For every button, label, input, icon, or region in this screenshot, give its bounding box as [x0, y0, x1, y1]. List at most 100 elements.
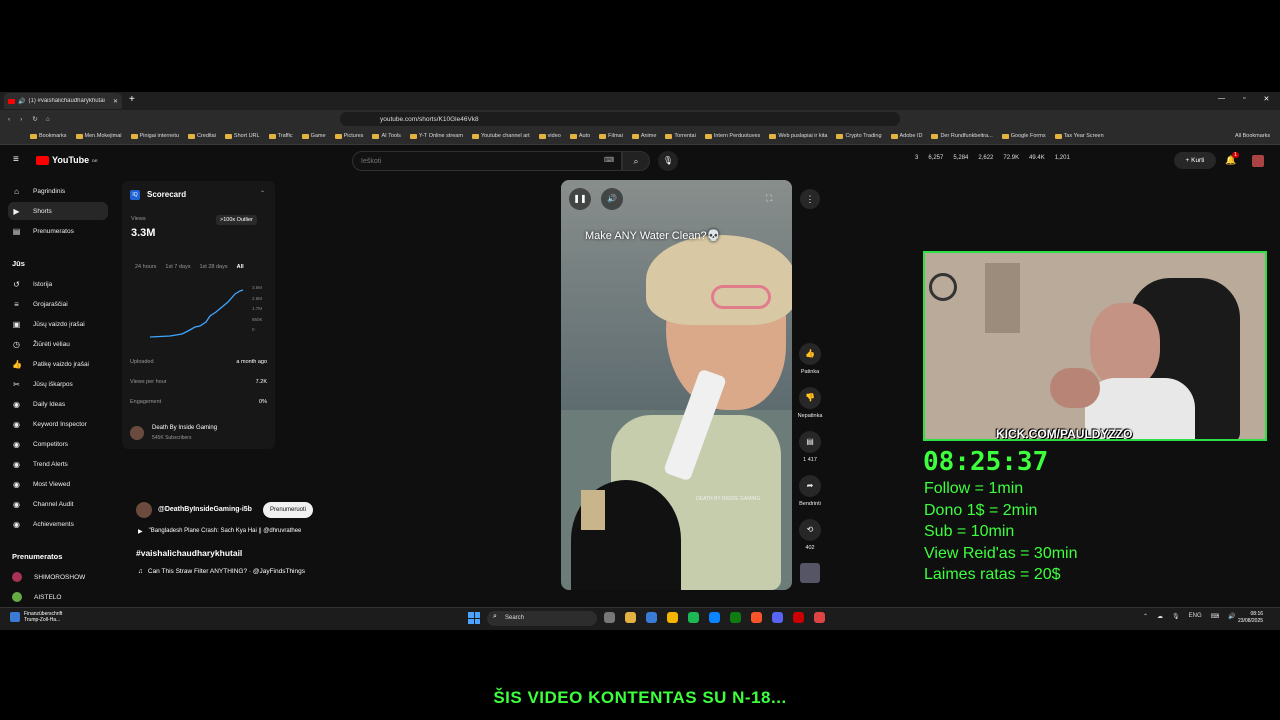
- bookmark-item[interactable]: Anime: [631, 133, 656, 139]
- you-section-title[interactable]: Jūs: [12, 259, 25, 268]
- bookmark-item[interactable]: Youtube channel art: [471, 133, 530, 139]
- sidebar-item[interactable]: ◉ Daily Ideas: [8, 395, 108, 413]
- sidebar-item[interactable]: ◉ Achievements: [8, 515, 108, 533]
- sidebar-item[interactable]: ◷ Žiūrėti vėliau: [8, 335, 108, 353]
- short-channel-handle[interactable]: @DeathByInsideGaming-i5b: [158, 506, 252, 513]
- close-window-icon[interactable]: ✕: [1263, 95, 1269, 103]
- bookmark-item[interactable]: Der Rundfunkbeitra...: [931, 133, 993, 139]
- volume-button[interactable]: 🔊: [601, 188, 623, 210]
- forward-icon[interactable]: ›: [20, 116, 22, 123]
- new-tab-button[interactable]: +: [129, 94, 135, 105]
- comments-action[interactable]: ▤ 1 417: [796, 431, 824, 463]
- bookmark-item[interactable]: Short URL: [224, 133, 260, 139]
- short-channel-avatar[interactable]: [136, 502, 152, 518]
- scorecard-channel[interactable]: Death By Inside Gaming: [152, 425, 217, 431]
- sidebar-item[interactable]: 👍 Patikę vaizdo įrašai: [8, 355, 108, 373]
- range-tab[interactable]: All: [237, 264, 244, 270]
- fullscreen-icon[interactable]: ⛶: [766, 193, 772, 204]
- reload-icon[interactable]: ↻: [32, 115, 37, 123]
- subscription-item[interactable]: AISTELO: [8, 588, 108, 606]
- collapse-icon[interactable]: ⌃: [260, 190, 265, 197]
- bookmark-item[interactable]: Google Forms: [1001, 133, 1046, 139]
- youtube-logo[interactable]: YouTube DE: [36, 155, 98, 165]
- discord-icon[interactable]: [772, 612, 783, 623]
- sidebar-item[interactable]: ◉ Channel Audit: [8, 495, 108, 513]
- back-icon[interactable]: ‹: [8, 116, 10, 123]
- sidebar-item[interactable]: ◉ Most Viewed: [8, 475, 108, 493]
- bookmark-item[interactable]: Creditai: [187, 133, 216, 139]
- bookmark-item[interactable]: Y-T Online stream: [409, 133, 463, 139]
- spotify-icon[interactable]: [688, 612, 699, 623]
- sidebar-item[interactable]: ◉ Trend Alerts: [8, 455, 108, 473]
- sidebar-item[interactable]: ⌂ Pagrindinis: [8, 182, 108, 200]
- task-view-icon[interactable]: [604, 612, 615, 623]
- subscriptions-section-title[interactable]: Prenumeratos: [12, 552, 62, 561]
- subscription-item[interactable]: SHIMOROSHOW: [8, 568, 108, 586]
- bookmark-item[interactable]: Traffic: [268, 133, 293, 139]
- search-button[interactable]: ⌕: [622, 151, 650, 171]
- short-hashtag[interactable]: #vaishalichaudharykhutail: [136, 548, 242, 558]
- related-video-link[interactable]: ▶ "Bangladesh Plane Crash: Sach Kya Hai …: [138, 528, 301, 535]
- range-tab[interactable]: 1st 28 days: [199, 264, 227, 270]
- obs-icon[interactable]: [793, 612, 804, 623]
- cloud-icon[interactable]: ☁: [1157, 613, 1163, 620]
- bookmark-item[interactable]: video: [538, 133, 561, 139]
- news-widget[interactable]: Finanzüberschrift Trump-Zoll-Ha...: [10, 611, 62, 623]
- file-explorer-icon[interactable]: [625, 612, 636, 623]
- close-tab-icon[interactable]: ✕: [113, 98, 118, 105]
- remix-action[interactable]: ⟲ 402: [796, 519, 824, 551]
- chrome-alt-icon[interactable]: [814, 612, 825, 623]
- voice-search-icon[interactable]: 🎙: [658, 151, 678, 171]
- start-button[interactable]: [468, 612, 480, 624]
- more-options-icon[interactable]: ⋮: [800, 189, 820, 209]
- music-line[interactable]: ♫ Can This Straw Filter ANYTHING? · @Jay…: [138, 568, 305, 575]
- bookmark-item[interactable]: Torrentai: [665, 133, 696, 139]
- search-input[interactable]: Ieškoti: [352, 151, 622, 171]
- bookmark-item[interactable]: Pictures: [334, 133, 363, 139]
- network-icon[interactable]: ⌨: [1211, 613, 1220, 620]
- bookmark-item[interactable]: Tax Year Screen: [1054, 133, 1104, 139]
- bookmark-item[interactable]: Adobe ID: [890, 133, 922, 139]
- menu-icon[interactable]: ≡: [13, 154, 19, 165]
- clock[interactable]: 08:16 23/08/2025: [1238, 611, 1263, 625]
- share-action[interactable]: ➦ Bendrinti: [796, 475, 824, 507]
- sidebar-item[interactable]: ✂ Jūsų iškarpos: [8, 375, 108, 393]
- dislike-action[interactable]: 👎 Nepatinka: [796, 387, 824, 419]
- bookmark-item[interactable]: Web puslapiai ir kita: [769, 133, 827, 139]
- sidebar-item[interactable]: ▣ Jūsų vaizdo įrašai: [8, 315, 108, 333]
- subscribe-button[interactable]: Prenumeruoti: [263, 502, 314, 518]
- avatar[interactable]: [1252, 155, 1264, 167]
- mic-icon[interactable]: 🎙: [1172, 613, 1180, 620]
- taskbar-search[interactable]: Search: [487, 611, 597, 626]
- sidebar-item[interactable]: ▤ Prenumeratos: [8, 222, 108, 240]
- home-icon[interactable]: ⌂: [46, 116, 50, 123]
- browser-tab[interactable]: 🔊 (1) #vaishalichaudharykhutai ✕: [4, 93, 122, 109]
- language-indicator[interactable]: ENG: [1189, 613, 1202, 620]
- create-button[interactable]: + Kurti: [1174, 152, 1216, 169]
- xbox-icon[interactable]: [730, 612, 741, 623]
- bookmark-item[interactable]: Pinigai internetu: [130, 133, 179, 139]
- bookmark-item[interactable]: Filmai: [599, 133, 623, 139]
- bookmark-item[interactable]: Auto: [569, 133, 590, 139]
- pause-button[interactable]: ❚❚: [569, 188, 591, 210]
- edge-icon[interactable]: [709, 612, 720, 623]
- range-tab[interactable]: 1st 7 days: [165, 264, 190, 270]
- chrome-icon[interactable]: [667, 612, 678, 623]
- brave-icon[interactable]: [751, 612, 762, 623]
- store-icon[interactable]: [646, 612, 657, 623]
- bookmark-item[interactable]: Intern Perduotuves: [704, 133, 760, 139]
- keyboard-icon[interactable]: ⌨: [604, 156, 614, 164]
- bookmark-item[interactable]: AI Tools: [372, 133, 401, 139]
- bookmark-item[interactable]: Game: [301, 133, 326, 139]
- like-action[interactable]: 👍 Patinka: [796, 343, 824, 375]
- all-bookmarks[interactable]: All Bookmarks: [1235, 133, 1270, 139]
- sidebar-item[interactable]: ◉ Keyword Inspector: [8, 415, 108, 433]
- bookmark-item[interactable]: Bookmarks: [30, 133, 67, 139]
- bookmark-item[interactable]: Men.Mokejimai: [75, 133, 122, 139]
- sidebar-item[interactable]: ≡ Grojaraščiai: [8, 295, 108, 313]
- sound-thumbnail[interactable]: [800, 563, 820, 583]
- maximize-icon[interactable]: ▫: [1243, 95, 1245, 103]
- tray-chevron-icon[interactable]: ⌃: [1143, 613, 1148, 620]
- range-tab[interactable]: 24 hours: [135, 264, 156, 270]
- sidebar-item[interactable]: ▶ Shorts: [8, 202, 108, 220]
